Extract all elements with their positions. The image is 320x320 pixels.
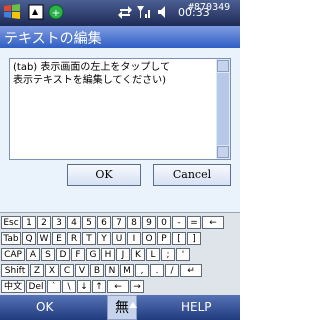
key-del[interactable]: Del <box>26 280 46 293</box>
notification-icon[interactable] <box>28 4 44 20</box>
key-[interactable]: ' <box>176 248 190 261</box>
bottom-menu-bar: OK 無 HELP <box>0 295 240 320</box>
soft-keyboard: Esc 1 2 3 4 5 6 7 8 9 0- = ← Tab Q W E R T Y U I O P[] CAP A S D F G H… <box>0 212 240 296</box>
key-[interactable]: [ <box>172 232 186 245</box>
key-x[interactable]: X <box>45 264 59 277</box>
key-[interactable]: - <box>172 216 186 229</box>
key-r[interactable]: R <box>67 232 81 245</box>
key-中文[interactable]: 中文 <box>1 280 25 293</box>
key-f[interactable]: F <box>71 248 85 261</box>
dialog-heading: テキストの編集 <box>0 26 240 48</box>
key-j[interactable]: J <box>116 248 130 261</box>
key-[interactable]: ↵ <box>180 264 202 277</box>
key-esc[interactable]: Esc <box>1 216 21 229</box>
key-cap[interactable]: CAP <box>1 248 25 261</box>
key-shift[interactable]: Shift <box>1 264 29 277</box>
heading-title: テキストの編集 <box>4 31 102 47</box>
key-h[interactable]: H <box>101 248 115 261</box>
key-[interactable]: ↑ <box>92 280 106 293</box>
key-[interactable]: / <box>165 264 179 277</box>
key-g[interactable]: G <box>86 248 100 261</box>
key-4[interactable]: 4 <box>67 216 81 229</box>
key-k[interactable]: K <box>131 248 145 261</box>
key-v[interactable]: V <box>75 264 89 277</box>
key-[interactable]: . <box>150 264 164 277</box>
key-n[interactable]: N <box>105 264 119 277</box>
key-0[interactable]: 0 <box>157 216 171 229</box>
key-9[interactable]: 9 <box>142 216 156 229</box>
ok-button[interactable]: OK <box>67 164 141 186</box>
start-windows-icon[interactable] <box>2 2 22 22</box>
key-[interactable]: ↓ <box>77 280 91 293</box>
key-p[interactable]: P <box>157 232 171 245</box>
signal-icon <box>136 4 152 20</box>
scroll-down-button[interactable] <box>217 146 229 158</box>
app-green-icon[interactable]: + <box>48 4 64 20</box>
key-t[interactable]: T <box>82 232 96 245</box>
sync-icon <box>117 4 133 20</box>
key-[interactable]: ; <box>161 248 175 261</box>
text-editor[interactable]: (tab) 表示画面の左上をタップして 表示テキストを編集してください) <box>9 58 231 160</box>
editor-text[interactable]: (tab) 表示画面の左上をタップして 表示テキストを編集してください) <box>13 61 211 87</box>
key-7[interactable]: 7 <box>112 216 126 229</box>
vertical-scrollbar[interactable] <box>216 59 230 159</box>
key-w[interactable]: W <box>37 232 51 245</box>
key-6[interactable]: 6 <box>97 216 111 229</box>
title-bar: + 00:33 #870349 <box>0 0 240 26</box>
watermark-text: #870349 <box>188 2 231 13</box>
scroll-thumb[interactable] <box>217 73 229 145</box>
volume-icon <box>156 4 172 20</box>
softkey-left-ok[interactable]: OK <box>36 300 53 314</box>
key-1[interactable]: 1 <box>22 216 36 229</box>
key-s[interactable]: S <box>41 248 55 261</box>
key-c[interactable]: C <box>60 264 74 277</box>
ime-up-arrow-icon[interactable] <box>129 302 137 308</box>
key-[interactable]: ← <box>202 216 224 229</box>
key-u[interactable]: U <box>112 232 126 245</box>
key-5[interactable]: 5 <box>82 216 96 229</box>
key-3[interactable]: 3 <box>52 216 66 229</box>
key-[interactable]: = <box>187 216 201 229</box>
key-e[interactable]: E <box>52 232 66 245</box>
key-[interactable]: ← <box>107 280 129 293</box>
softkey-right-help[interactable]: HELP <box>181 300 212 314</box>
cancel-button[interactable]: Cancel <box>153 164 231 186</box>
key-8[interactable]: 8 <box>127 216 141 229</box>
key-2[interactable]: 2 <box>37 216 51 229</box>
key-m[interactable]: M <box>120 264 134 277</box>
key-[interactable]: ` <box>47 280 61 293</box>
key-a[interactable]: A <box>26 248 40 261</box>
key-[interactable]: \ <box>62 280 76 293</box>
key-q[interactable]: Q <box>22 232 36 245</box>
key-[interactable]: → <box>130 280 144 293</box>
key-l[interactable]: L <box>146 248 160 261</box>
key-d[interactable]: D <box>56 248 70 261</box>
key-i[interactable]: I <box>127 232 141 245</box>
key-z[interactable]: Z <box>30 264 44 277</box>
svg-text:+: + <box>52 8 60 19</box>
key-tab[interactable]: Tab <box>1 232 21 245</box>
key-b[interactable]: B <box>90 264 104 277</box>
scroll-up-button[interactable] <box>217 60 229 72</box>
key-[interactable]: ] <box>187 232 201 245</box>
key-[interactable]: , <box>135 264 149 277</box>
key-o[interactable]: O <box>142 232 156 245</box>
key-y[interactable]: Y <box>97 232 111 245</box>
